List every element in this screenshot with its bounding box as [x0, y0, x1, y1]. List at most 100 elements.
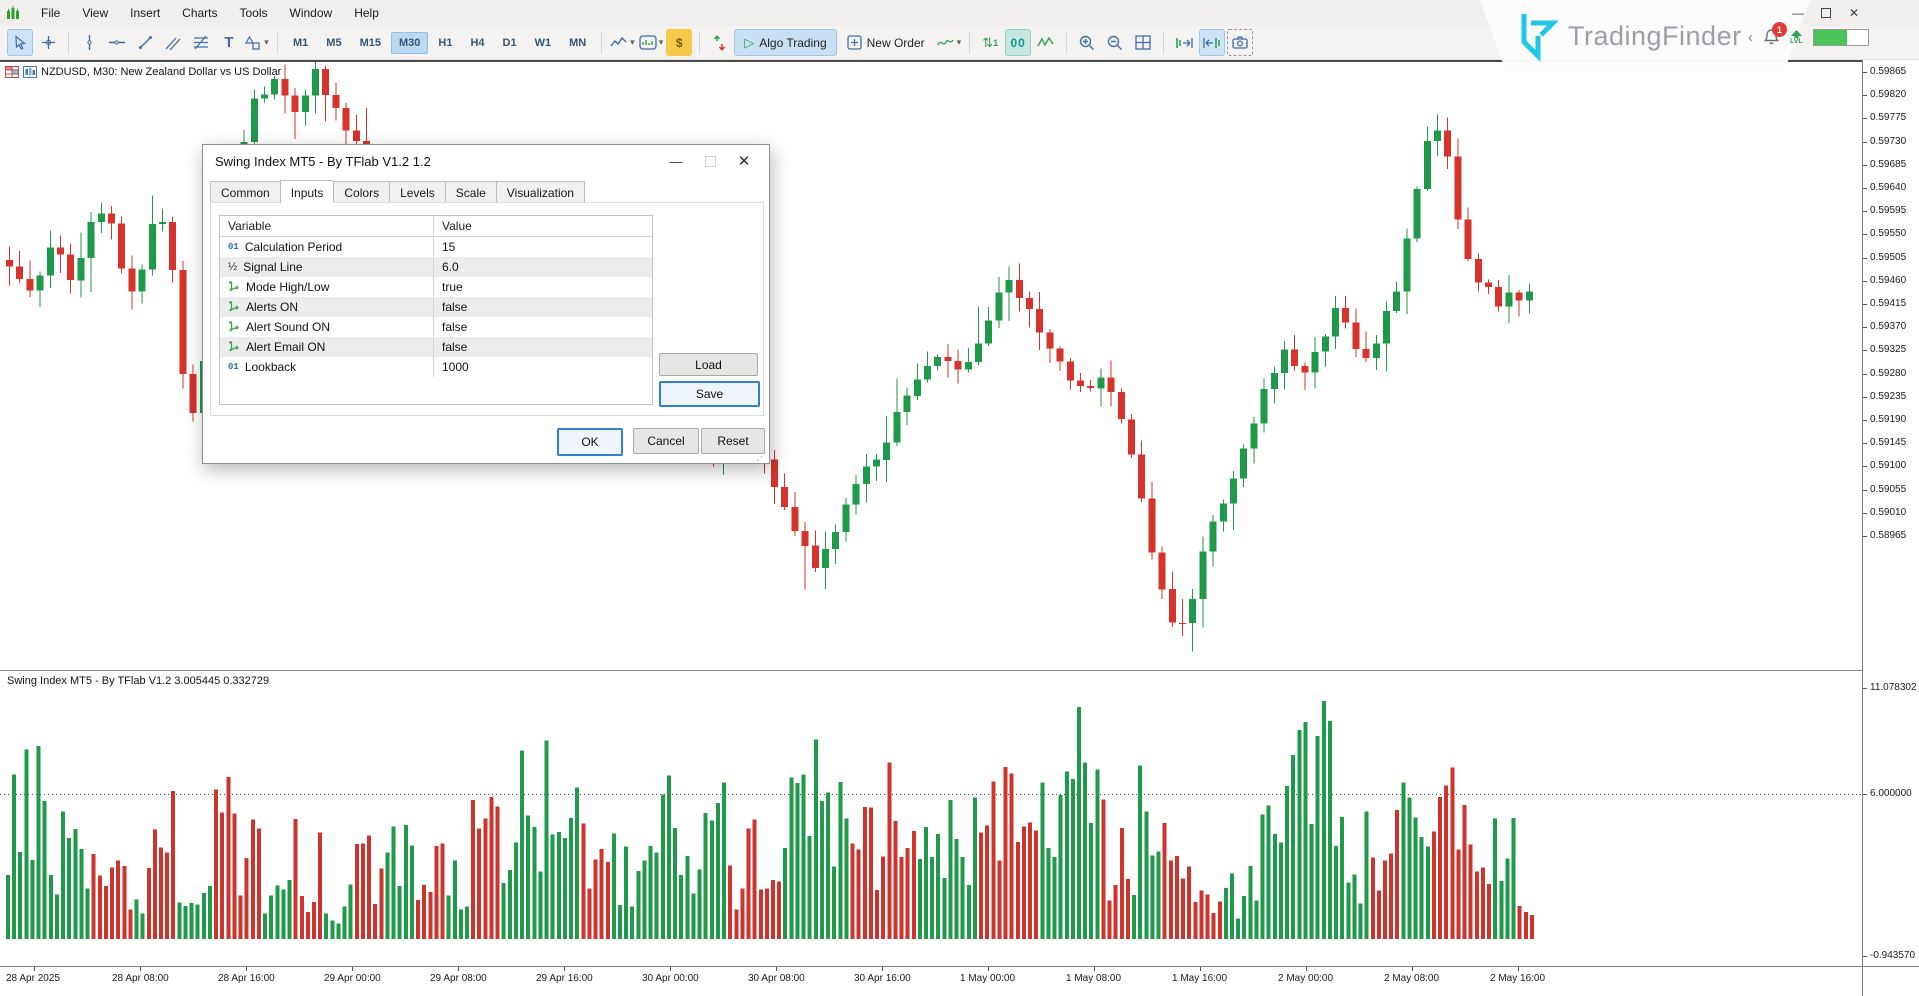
chart-type-button[interactable]: ▾: [609, 29, 636, 56]
variable-value[interactable]: 1000: [434, 360, 652, 374]
zoom-out-button[interactable]: [1102, 29, 1128, 56]
menu-item-tools[interactable]: Tools: [229, 2, 279, 24]
variable-value[interactable]: 15: [434, 240, 652, 254]
timeframe-mn-button[interactable]: MN: [561, 32, 594, 54]
chart-shift-button[interactable]: [1171, 29, 1197, 56]
ok-button[interactable]: OK: [557, 428, 623, 456]
timeframe-m5-button[interactable]: M5: [318, 32, 349, 54]
trendline-tool-button[interactable]: [132, 29, 158, 56]
lvl-indicator[interactable]: LVL: [1790, 30, 1803, 45]
tab-inputs[interactable]: Inputs: [280, 180, 334, 204]
timeframe-m1-button[interactable]: M1: [285, 32, 316, 54]
time-tick: [882, 967, 883, 971]
channel-tool-button[interactable]: [160, 29, 186, 56]
price-tick: [1863, 165, 1867, 166]
price-axis-label: 0.59730: [1870, 136, 1906, 147]
price-axis-label: 0.59145: [1870, 437, 1906, 448]
chart-properties-icon: [23, 66, 37, 78]
indicators-icon: [938, 40, 953, 45]
indicator-window-button[interactable]: ▾: [638, 29, 665, 56]
lvl-label: LVL: [1790, 38, 1803, 45]
double-zero-button[interactable]: 00: [1005, 29, 1031, 56]
window-close-button[interactable]: ✕: [1845, 6, 1863, 20]
depth-of-market-button[interactable]: ⇅1: [977, 29, 1003, 56]
fibonacci-tool-button[interactable]: [188, 29, 214, 56]
price-tick: [1863, 234, 1867, 235]
price-axis-label: 0.59865: [1870, 66, 1906, 77]
time-tick: [776, 967, 777, 971]
timeframe-w1-button[interactable]: W1: [527, 32, 560, 54]
screenshot-button[interactable]: [1227, 29, 1253, 56]
cancel-button[interactable]: Cancel: [633, 428, 699, 454]
algo-trading-button[interactable]: ▷ Algo Trading: [734, 29, 836, 56]
indicators-button[interactable]: ▾: [936, 29, 963, 56]
timeframe-m30-button[interactable]: M30: [391, 32, 428, 54]
indicator-tick: [1863, 794, 1867, 795]
price-tick: [1863, 443, 1867, 444]
buy-sell-arrows-button[interactable]: [707, 29, 733, 56]
cursor-tool-button[interactable]: [7, 29, 33, 56]
window-restore-button[interactable]: [1817, 6, 1835, 20]
variable-value[interactable]: false: [434, 340, 652, 354]
table-row-lookback[interactable]: 01Lookback1000: [220, 357, 652, 377]
zigzag-icon: [1038, 38, 1053, 46]
time-axis[interactable]: 28 Apr 202528 Apr 08:0028 Apr 16:0029 Ap…: [0, 966, 1919, 996]
timeframe-d1-button[interactable]: D1: [495, 32, 525, 54]
grid-button[interactable]: [1130, 29, 1156, 56]
window-controls: — ✕: [1789, 6, 1863, 20]
zoom-in-button[interactable]: [1074, 29, 1100, 56]
timeframe-h1-button[interactable]: H1: [430, 32, 460, 54]
timeframe-h4-button[interactable]: H4: [462, 32, 492, 54]
panel-separator[interactable]: [0, 670, 1862, 671]
time-tick: [1518, 967, 1519, 971]
price-tick: [1863, 142, 1867, 143]
toolbar-separator: [1066, 32, 1067, 54]
collapse-chevron-icon[interactable]: ‹: [1748, 29, 1753, 46]
load-button[interactable]: Load: [659, 353, 758, 376]
table-row-alert-sound-on[interactable]: Alert Sound ONfalse: [220, 317, 652, 337]
window-minimize-button[interactable]: —: [1789, 6, 1807, 20]
timeframe-m15-button[interactable]: M15: [352, 32, 389, 54]
menu-item-window[interactable]: Window: [279, 2, 344, 24]
table-row-alert-email-on[interactable]: Alert Email ON false: [220, 337, 652, 357]
table-row-alerts-on[interactable]: Alerts ONfalse: [220, 297, 652, 317]
variable-value[interactable]: false: [434, 320, 652, 334]
variable-name: Alert Email ON: [246, 340, 325, 354]
variable-value[interactable]: true: [434, 280, 652, 294]
menu-item-charts[interactable]: Charts: [171, 2, 228, 24]
save-button[interactable]: Save: [659, 381, 760, 407]
variable-value[interactable]: 6.0: [434, 260, 652, 274]
notifications-button[interactable]: 1: [1763, 28, 1780, 46]
dialog-close-button[interactable]: ✕: [727, 148, 761, 174]
variable-column-header: Variable: [220, 216, 434, 236]
horizontal-line-tool-button[interactable]: [104, 29, 130, 56]
price-axis[interactable]: 0.598650.598200.597750.597300.596850.596…: [1862, 60, 1919, 966]
shapes-tool-button[interactable]: ▾: [244, 29, 270, 56]
bool-input-icon: [228, 320, 240, 335]
dialog-minimize-button[interactable]: —: [659, 148, 693, 174]
text-tool-button[interactable]: T: [216, 29, 242, 56]
toolbar-separator: [277, 32, 278, 54]
table-row-signal-line[interactable]: ½Signal Line6.0: [220, 257, 652, 277]
dialog-title: Swing Index MT5 - By TFlab V1.2 1.2: [215, 154, 431, 169]
new-order-button[interactable]: New Order: [837, 29, 935, 56]
currency-button[interactable]: $: [666, 29, 692, 56]
dialog-resize-grip[interactable]: ⋰: [756, 450, 767, 463]
price-axis-label: 0.59820: [1870, 89, 1906, 100]
table-row-mode-high-low[interactable]: Mode High/Lowtrue: [220, 277, 652, 297]
dialog-maximize-button[interactable]: [693, 148, 727, 174]
zigzag-button[interactable]: [1033, 29, 1059, 56]
auto-scroll-button[interactable]: [1199, 29, 1225, 56]
price-tick: [1863, 72, 1867, 73]
vertical-line-tool-button[interactable]: [76, 29, 102, 56]
menu-item-view[interactable]: View: [71, 2, 119, 24]
table-row-calculation-period[interactable]: 01Calculation Period15: [220, 237, 652, 257]
variable-value[interactable]: false: [434, 300, 652, 314]
menu-item-insert[interactable]: Insert: [119, 2, 171, 24]
variable-name: Signal Line: [243, 260, 302, 274]
menu-item-file[interactable]: File: [30, 2, 71, 24]
menu-item-help[interactable]: Help: [343, 2, 390, 24]
trendline-icon: [140, 37, 151, 48]
price-axis-label: 0.59775: [1870, 112, 1906, 123]
crosshair-tool-button[interactable]: [35, 29, 61, 56]
